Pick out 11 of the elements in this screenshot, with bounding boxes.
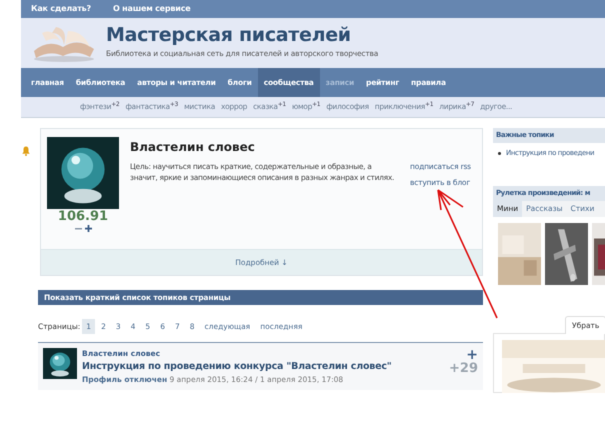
vote-up-button[interactable]: + xyxy=(449,348,478,362)
site-title: Мастерская писателей xyxy=(106,26,352,46)
top-link[interactable]: Как сделать? xyxy=(31,3,91,15)
topic-score: +29 xyxy=(449,362,478,376)
bell-icon[interactable] xyxy=(22,145,30,155)
plus-icon[interactable] xyxy=(84,224,92,233)
blog-title: Властелин словес xyxy=(130,139,256,156)
blog-rating: 106.91 xyxy=(56,209,110,225)
topic-title[interactable]: Инструкция по проведению конкурса "Властелин словес" xyxy=(82,360,392,374)
bullet-icon xyxy=(498,152,501,155)
top-link[interactable]: О нашем сервисе xyxy=(112,3,190,15)
